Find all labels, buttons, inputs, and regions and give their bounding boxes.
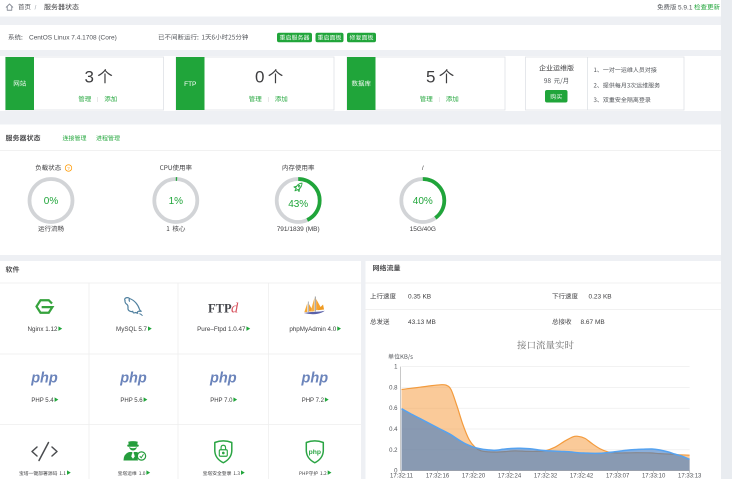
svg-text:Pure–Ftpd 1.0.47: Pure–Ftpd 1.0.47 <box>197 326 246 333</box>
svg-text:0.23 KB: 0.23 KB <box>589 294 612 301</box>
svg-text:43%: 43% <box>288 199 308 210</box>
svg-text:d: d <box>231 301 239 317</box>
svg-text:php: php <box>30 371 58 387</box>
svg-text:17:33:07: 17:33:07 <box>606 474 630 479</box>
svg-text:17:33:10: 17:33:10 <box>642 474 666 479</box>
svg-text:PHP 7.2: PHP 7.2 <box>302 398 325 404</box>
svg-text:17:32:42: 17:32:42 <box>570 474 594 479</box>
svg-text:17:32:20: 17:32:20 <box>462 474 486 479</box>
svg-text:php: php <box>209 371 237 387</box>
svg-text:17:32:32: 17:32:32 <box>534 474 558 479</box>
svg-text:PHP 7.0: PHP 7.0 <box>210 398 233 404</box>
svg-text:791/1839 (MB): 791/1839 (MB) <box>277 226 320 233</box>
svg-text:0.4: 0.4 <box>389 427 398 433</box>
svg-text:/: / <box>422 165 424 172</box>
svg-text:0.8: 0.8 <box>389 385 398 391</box>
svg-text:0.6: 0.6 <box>389 406 398 412</box>
svg-text:5.9.1: 5.9.1 <box>678 4 693 11</box>
svg-text:|: | <box>97 97 98 103</box>
svg-text:CentOS Linux 7.4.1708 (Core): CentOS Linux 7.4.1708 (Core) <box>29 35 117 42</box>
svg-text:FTP: FTP <box>184 81 196 88</box>
svg-text:Nginx 1.12: Nginx 1.12 <box>28 326 58 333</box>
svg-text:|: | <box>439 97 440 103</box>
svg-text:3: 3 <box>85 68 94 87</box>
svg-text:17:32:11: 17:32:11 <box>390 474 414 479</box>
svg-text:8.67 MB: 8.67 MB <box>581 319 605 326</box>
svg-text:php: php <box>301 371 329 387</box>
svg-text:|: | <box>268 97 269 103</box>
svg-text:php: php <box>309 449 321 456</box>
svg-text:17:33:13: 17:33:13 <box>678 474 702 479</box>
svg-text:MySQL 5.7: MySQL 5.7 <box>116 326 148 333</box>
svg-text:40%: 40% <box>413 196 433 207</box>
svg-text:5: 5 <box>426 68 435 87</box>
svg-text:FTP: FTP <box>208 302 232 316</box>
svg-text:0: 0 <box>255 68 264 87</box>
svg-text:0.2: 0.2 <box>389 448 398 454</box>
svg-text:15G/40G: 15G/40G <box>410 226 436 233</box>
svg-text:PHP 5.6: PHP 5.6 <box>120 398 143 404</box>
svg-text:0.35 KB: 0.35 KB <box>408 294 431 301</box>
svg-text:1%: 1% <box>169 196 184 207</box>
svg-text:17:32:24: 17:32:24 <box>498 474 522 479</box>
svg-text:43.13 MB: 43.13 MB <box>408 319 436 326</box>
svg-text:PHP 5.4: PHP 5.4 <box>31 398 54 404</box>
svg-text:0%: 0% <box>44 196 59 207</box>
svg-text:phpMyAdmin 4.0: phpMyAdmin 4.0 <box>289 326 336 333</box>
svg-text:php: php <box>119 371 147 387</box>
svg-text:17:32:16: 17:32:16 <box>426 474 450 479</box>
